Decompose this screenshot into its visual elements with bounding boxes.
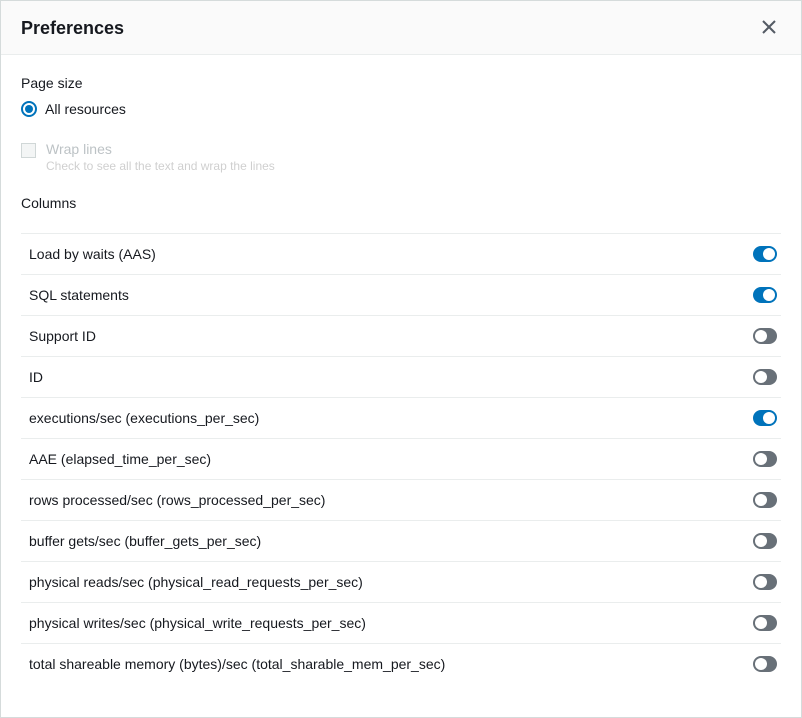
preferences-dialog: Preferences Page size All resources Wrap…	[0, 0, 802, 718]
columns-section: Columns Load by waits (AAS) SQL statement…	[21, 195, 781, 684]
column-label: ID	[29, 369, 43, 385]
column-row: Support ID	[21, 315, 781, 356]
dialog-body: Page size All resources Wrap lines Check…	[1, 55, 801, 717]
column-toggle[interactable]	[753, 492, 777, 508]
column-toggle[interactable]	[753, 246, 777, 262]
dialog-title: Preferences	[21, 18, 124, 39]
toggle-knob	[763, 412, 775, 424]
column-row: SQL statements	[21, 274, 781, 315]
wrap-lines-description: Check to see all the text and wrap the l…	[46, 159, 275, 173]
column-row: rows processed/sec (rows_processed_per_s…	[21, 479, 781, 520]
wrap-lines-checkbox	[21, 143, 36, 158]
dialog-header: Preferences	[1, 1, 801, 55]
toggle-knob	[755, 617, 767, 629]
column-row: Load by waits (AAS)	[21, 233, 781, 274]
column-label: Load by waits (AAS)	[29, 246, 156, 262]
column-row: total shareable memory (bytes)/sec (tota…	[21, 643, 781, 684]
toggle-knob	[763, 248, 775, 260]
toggle-knob	[755, 453, 767, 465]
column-label: executions/sec (executions_per_sec)	[29, 410, 259, 426]
column-toggle[interactable]	[753, 656, 777, 672]
column-label: SQL statements	[29, 287, 129, 303]
column-label: Support ID	[29, 328, 96, 344]
close-button[interactable]	[757, 15, 781, 42]
toggle-knob	[755, 330, 767, 342]
column-row: ID	[21, 356, 781, 397]
column-label: rows processed/sec (rows_processed_per_s…	[29, 492, 325, 508]
column-row: physical writes/sec (physical_write_requ…	[21, 602, 781, 643]
radio-all-resources-label: All resources	[45, 101, 126, 117]
columns-label: Columns	[21, 195, 781, 211]
toggle-knob	[755, 535, 767, 547]
column-row: physical reads/sec (physical_read_reques…	[21, 561, 781, 602]
close-icon	[761, 19, 777, 38]
column-toggle[interactable]	[753, 451, 777, 467]
column-toggle[interactable]	[753, 574, 777, 590]
wrap-lines-label: Wrap lines	[46, 141, 275, 157]
column-label: physical writes/sec (physical_write_requ…	[29, 615, 366, 631]
column-toggle[interactable]	[753, 615, 777, 631]
column-label: AAE (elapsed_time_per_sec)	[29, 451, 211, 467]
column-label: total shareable memory (bytes)/sec (tota…	[29, 656, 445, 672]
column-row: executions/sec (executions_per_sec)	[21, 397, 781, 438]
column-toggle[interactable]	[753, 328, 777, 344]
page-size-option-row[interactable]: All resources	[21, 101, 781, 117]
column-row: buffer gets/sec (buffer_gets_per_sec)	[21, 520, 781, 561]
toggle-knob	[755, 371, 767, 383]
column-row: AAE (elapsed_time_per_sec)	[21, 438, 781, 479]
toggle-knob	[755, 494, 767, 506]
column-label: buffer gets/sec (buffer_gets_per_sec)	[29, 533, 261, 549]
page-size-label: Page size	[21, 75, 781, 91]
columns-list: Load by waits (AAS) SQL statements Support…	[21, 233, 781, 684]
radio-all-resources[interactable]	[21, 101, 37, 117]
wrap-lines-row: Wrap lines Check to see all the text and…	[21, 141, 781, 173]
column-toggle[interactable]	[753, 369, 777, 385]
column-toggle[interactable]	[753, 533, 777, 549]
column-toggle[interactable]	[753, 287, 777, 303]
toggle-knob	[763, 289, 775, 301]
toggle-knob	[755, 576, 767, 588]
toggle-knob	[755, 658, 767, 670]
column-label: physical reads/sec (physical_read_reques…	[29, 574, 363, 590]
column-toggle[interactable]	[753, 410, 777, 426]
